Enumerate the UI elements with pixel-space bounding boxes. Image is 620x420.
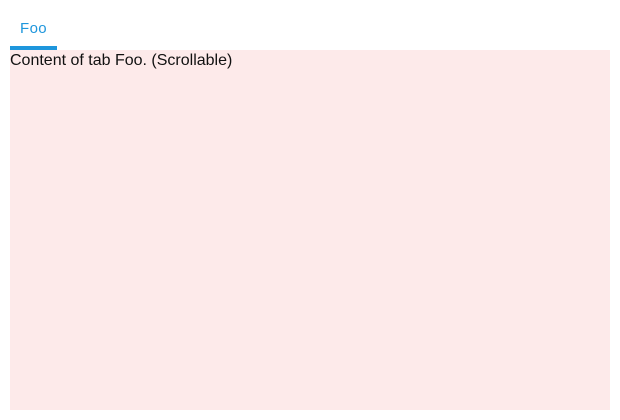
app-window: Foo Content of tab Foo. (Scrollable) — [0, 0, 620, 420]
tab-panel-foo[interactable]: Content of tab Foo. (Scrollable) — [10, 50, 610, 410]
tab-bar: Foo — [10, 10, 58, 50]
tab-foo[interactable]: Foo — [10, 10, 58, 50]
tab-label: Foo — [20, 20, 48, 37]
tab-content-text: Content of tab Foo. (Scrollable) — [10, 52, 233, 69]
